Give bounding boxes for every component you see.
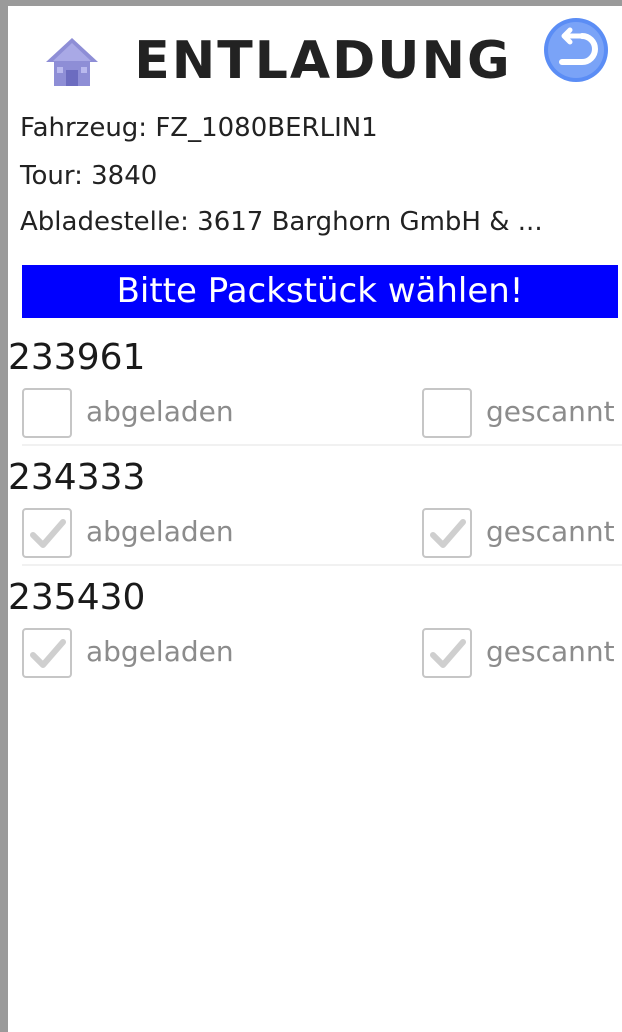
- checkmark-icon: [430, 639, 466, 668]
- unloaded-label: abgeladen: [86, 635, 234, 668]
- package-status-row: abgeladen gescannt: [8, 628, 622, 688]
- page-title: ENTLADUNG: [134, 31, 512, 91]
- scanned-label: gescannt: [486, 515, 615, 548]
- unloaded-label: abgeladen: [86, 515, 234, 548]
- scanned-label: gescannt: [486, 395, 615, 428]
- scanned-checkbox[interactable]: [422, 508, 472, 558]
- unloaded-checkbox[interactable]: [22, 628, 72, 678]
- package-number: 235430: [8, 577, 146, 618]
- checkmark-icon: [30, 639, 66, 668]
- vehicle-info: Fahrzeug: FZ_1080BERLIN1: [20, 113, 378, 143]
- unloaded-label: abgeladen: [86, 395, 234, 428]
- header: ENTLADUNG: [16, 12, 622, 106]
- unloaded-checkbox[interactable]: [22, 388, 72, 438]
- scanned-label: gescannt: [486, 635, 615, 668]
- back-arrow-icon: [544, 18, 608, 82]
- package-number: 233961: [8, 337, 146, 378]
- tour-info: Tour: 3840: [20, 161, 158, 191]
- package-status-row: abgeladen gescannt: [8, 388, 622, 448]
- package-status-row: abgeladen gescannt: [8, 508, 622, 568]
- back-button[interactable]: [542, 16, 610, 84]
- unloading-point-info: Abladestelle: 3617 Barghorn GmbH & ...: [20, 207, 543, 237]
- package-number: 234333: [8, 457, 146, 498]
- row-divider: [22, 564, 622, 566]
- checkmark-icon: [30, 519, 66, 548]
- unloaded-checkbox[interactable]: [22, 508, 72, 558]
- row-divider: [22, 444, 622, 446]
- scanned-checkbox[interactable]: [422, 628, 472, 678]
- checkmark-icon: [430, 519, 466, 548]
- scanned-checkbox[interactable]: [422, 388, 472, 438]
- instruction-banner: Bitte Packstück wählen!: [22, 265, 618, 318]
